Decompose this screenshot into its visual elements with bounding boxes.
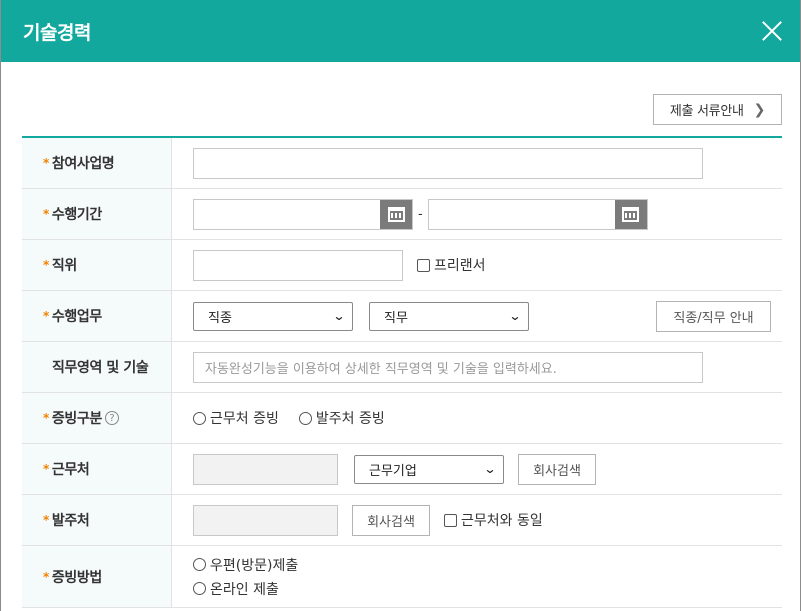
evidence-client-radio[interactable]: 발주처 증빙 bbox=[298, 408, 385, 428]
same-as-workplace-checkbox[interactable]: 근무처와 동일 bbox=[444, 510, 543, 530]
dialog-header: 기술경력 bbox=[1, 0, 800, 62]
job-select[interactable]: 직무 ⌄ bbox=[369, 301, 529, 331]
job-guide-button[interactable]: 직종/직무 안내 bbox=[656, 300, 771, 332]
chevron-down-icon: ⌄ bbox=[508, 309, 522, 323]
career-dialog: 기술경력 제출 서류안내 ❯ * 참여사업명 * 수행기간 - * 직위 프리랜… bbox=[1, 0, 800, 611]
workplace-search-button[interactable]: 회사검색 bbox=[518, 453, 596, 485]
position-input[interactable] bbox=[193, 249, 403, 281]
client-search-button[interactable]: 회사검색 bbox=[352, 504, 430, 536]
job-area-input[interactable]: 자동완성기능을 이용하여 상세한 직무영역 및 기술을 입력하세요. bbox=[193, 351, 703, 383]
project-label: * 참여사업명 bbox=[22, 138, 172, 188]
required-mark: * bbox=[43, 156, 49, 170]
row-position: * 직위 프리랜서 bbox=[22, 240, 782, 291]
row-evidence-type: * 증빙구분? 근무처 증빙 발주처 증빙 bbox=[22, 393, 782, 444]
workplace-input[interactable] bbox=[193, 453, 338, 485]
calendar-icon[interactable] bbox=[380, 199, 412, 229]
dialog-title: 기술경력 bbox=[23, 21, 91, 44]
row-period: * 수행기간 - bbox=[22, 189, 782, 240]
period-label: * 수행기간 bbox=[22, 189, 172, 239]
close-icon[interactable] bbox=[761, 20, 783, 42]
period-separator: - bbox=[418, 206, 423, 222]
period-end-input[interactable] bbox=[427, 198, 648, 230]
workplace-label: * 근무처 bbox=[22, 444, 172, 494]
client-input[interactable] bbox=[193, 504, 338, 536]
help-icon[interactable]: ? bbox=[104, 411, 119, 425]
row-project: * 참여사업명 bbox=[22, 138, 782, 189]
evidence-mail-radio[interactable]: 우편(방문)제출 bbox=[193, 555, 298, 575]
freelancer-label: 프리랜서 bbox=[434, 258, 486, 274]
area-label: 직무영역 및 기술 bbox=[22, 342, 172, 392]
evidence-online-radio[interactable]: 온라인 제출 bbox=[193, 579, 298, 599]
period-start-input[interactable] bbox=[193, 198, 413, 230]
career-form: * 참여사업명 * 수행기간 - * 직위 프리랜서 * 수행업무 직종 ⌄ 직… bbox=[22, 136, 782, 608]
calendar-icon[interactable] bbox=[614, 199, 647, 229]
duty-label: * 수행업무 bbox=[22, 291, 172, 341]
guide-area: 제출 서류안내 ❯ bbox=[1, 62, 800, 136]
chevron-right-icon: ❯ bbox=[753, 101, 766, 118]
same-as-workplace-label: 근무처와 동일 bbox=[461, 513, 543, 529]
row-area: 직무영역 및 기술 자동완성기능을 이용하여 상세한 직무영역 및 기술을 입력… bbox=[22, 342, 782, 393]
freelancer-checkbox[interactable]: 프리랜서 bbox=[417, 255, 486, 275]
chevron-down-icon: ⌄ bbox=[483, 462, 497, 476]
row-duty: * 수행업무 직종 ⌄ 직무 ⌄ 직종/직무 안내 bbox=[22, 291, 782, 342]
row-client: * 발주처 회사검색 근무처와 동일 bbox=[22, 495, 782, 546]
client-label: * 발주처 bbox=[22, 495, 172, 545]
evidence-type-label: * 증빙구분? bbox=[22, 393, 172, 443]
company-type-select[interactable]: 근무기업 ⌄ bbox=[354, 454, 504, 484]
evidence-workplace-radio[interactable]: 근무처 증빙 bbox=[193, 408, 279, 428]
document-guide-label: 제출 서류안내 bbox=[669, 104, 744, 119]
row-workplace: * 근무처 근무기업 ⌄ 회사검색 bbox=[22, 444, 782, 495]
chevron-down-icon: ⌄ bbox=[332, 309, 346, 323]
job-type-select[interactable]: 직종 ⌄ bbox=[193, 301, 353, 331]
evidence-method-label: * 증빙방법 bbox=[22, 546, 172, 607]
row-evidence-method: * 증빙방법 우편(방문)제출 온라인 제출 bbox=[22, 546, 782, 608]
project-name-input[interactable] bbox=[193, 147, 703, 179]
document-guide-button[interactable]: 제출 서류안내 ❯ bbox=[653, 94, 782, 125]
position-label: * 직위 bbox=[22, 240, 172, 290]
